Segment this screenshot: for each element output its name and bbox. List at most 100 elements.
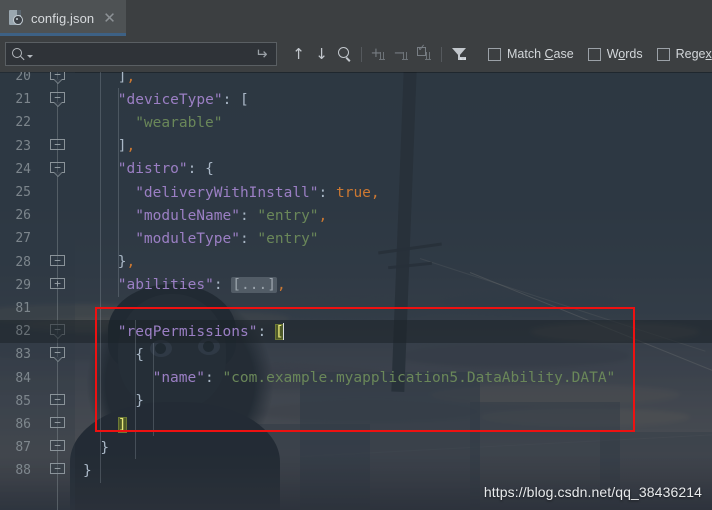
code-token: "deliveryWithInstall" (135, 184, 319, 201)
fold-symbol: − (54, 253, 61, 267)
line-number: 84 (15, 370, 31, 386)
search-icon (12, 47, 25, 61)
line-number: 83 (15, 347, 31, 363)
code-line-84[interactable]: "name": "com.example.myapplication5.Data… (153, 367, 616, 390)
code-token: : (204, 370, 223, 387)
code-token: , (126, 72, 136, 85)
return-arrow-icon[interactable]: ↵ (255, 45, 268, 63)
fold-collapse-icon[interactable]: − (50, 463, 65, 478)
code-line-29[interactable]: "abilities": [...], (118, 274, 286, 297)
editor-tab-bar: config.json ✕ (0, 0, 712, 36)
line-number: 20 (15, 72, 31, 85)
editor-gutter[interactable]: 202122232425262728298182838485868788 −−−… (0, 72, 75, 510)
find-toolbar: ↵ ↑ ↓ + − ✓ Match Case Words Regex (0, 36, 712, 72)
checkbox-occurrence-icon (416, 44, 433, 62)
filter-icon (451, 47, 466, 61)
code-line-88[interactable]: } (83, 459, 92, 482)
code-editor[interactable]: 202122232425262728298182838485868788 −−−… (0, 72, 712, 510)
code-token: : (257, 323, 275, 340)
code-line-27[interactable]: "moduleType": "entry" (135, 227, 318, 250)
code-line-21[interactable]: "deviceType": [ (118, 88, 249, 111)
code-line-86[interactable]: ] (117, 413, 127, 436)
checkbox-box[interactable] (488, 47, 501, 61)
code-token: , (276, 277, 286, 294)
code-line-82[interactable]: "reqPermissions": [ (117, 320, 285, 343)
code-token: , (126, 138, 136, 155)
search-field-wrapper[interactable]: ↵ (5, 42, 277, 66)
code-token: : (239, 230, 258, 247)
words-checkbox[interactable]: Words (587, 47, 643, 61)
code-token: "reqPermissions" (117, 323, 258, 340)
line-number: 29 (15, 277, 31, 293)
add-occurrence-button[interactable]: + (367, 42, 390, 66)
fold-symbol: − (54, 91, 61, 105)
fold-symbol: − (54, 72, 61, 81)
code-token: { (205, 161, 214, 178)
code-token: } (100, 439, 110, 456)
code-token: "name" (152, 370, 205, 387)
line-number: 87 (15, 440, 31, 456)
fold-symbol: − (54, 462, 61, 476)
code-token: [...] (231, 277, 277, 294)
fold-expand-icon[interactable]: + (50, 277, 65, 293)
select-all-occurrences-button[interactable] (333, 42, 356, 66)
code-line-28[interactable]: }, (118, 251, 135, 274)
fold-symbol: − (54, 392, 61, 406)
code-token: "entry" (257, 230, 319, 247)
select-occurrences-button[interactable] (413, 42, 436, 66)
fold-symbol: − (54, 416, 61, 429)
code-line-24[interactable]: "distro": { (118, 158, 214, 181)
text-caret (282, 323, 285, 341)
filter-button[interactable] (447, 42, 470, 66)
gutter-line-22[interactable]: 22 (0, 111, 75, 134)
gutter-line-81[interactable]: 81 (0, 297, 75, 320)
line-number: 81 (15, 301, 31, 317)
code-line-87[interactable]: } (100, 436, 109, 459)
fold-collapse-icon[interactable]: − (50, 347, 65, 363)
tab-config-json[interactable]: config.json ✕ (0, 0, 126, 36)
gutter-line-26[interactable]: 26 (0, 204, 75, 227)
code-line-22[interactable]: "wearable" (135, 111, 222, 134)
fold-collapse-icon[interactable]: − (50, 138, 65, 154)
code-token: "moduleType" (135, 230, 240, 247)
checkbox-box[interactable] (656, 47, 670, 61)
code-content[interactable]: ], "deviceType": ["wearable"], "distro": {… (0, 72, 712, 510)
code-token: , (126, 254, 136, 271)
fold-collapse-icon[interactable]: − (50, 417, 65, 432)
fold-collapse-icon[interactable]: − (50, 72, 65, 84)
gutter-line-25[interactable]: 25 (0, 181, 75, 204)
gutter-line-84[interactable]: 84 (0, 367, 75, 390)
code-line-83[interactable]: { (135, 343, 144, 366)
line-number: 86 (15, 417, 31, 433)
find-previous-button[interactable]: ↑ (287, 42, 310, 66)
fold-collapse-icon[interactable]: − (50, 253, 65, 270)
code-token: true (335, 184, 371, 201)
line-number: 24 (15, 161, 31, 177)
remove-occurrence-button[interactable]: − (390, 42, 413, 66)
indent-guide (152, 343, 154, 437)
code-line-23[interactable]: ], (118, 135, 135, 158)
fold-collapse-icon[interactable]: − (50, 91, 65, 108)
checkbox-box[interactable] (587, 47, 601, 61)
indent-guide (117, 88, 119, 297)
fold-collapse-icon[interactable]: − (50, 440, 65, 455)
code-token: "wearable" (135, 114, 223, 131)
regex-checkbox[interactable]: Regex (656, 47, 712, 61)
fold-collapse-icon[interactable]: − (50, 161, 65, 177)
code-token: { (135, 346, 144, 363)
match-case-checkbox[interactable]: Match Case (488, 47, 574, 61)
search-input[interactable] (33, 47, 256, 61)
line-number: 21 (15, 92, 31, 108)
words-label: Words (606, 47, 643, 61)
code-token: } (135, 393, 144, 410)
code-line-85[interactable]: } (135, 390, 144, 413)
close-icon[interactable]: ✕ (103, 10, 116, 26)
code-line-26[interactable]: "moduleName": "entry", (135, 204, 327, 227)
gutter-line-27[interactable]: 27 (0, 227, 75, 250)
line-number: 23 (15, 138, 31, 154)
code-line-20[interactable]: ], (118, 72, 135, 88)
find-next-button[interactable]: ↓ (310, 42, 333, 66)
code-token: } (117, 254, 127, 271)
code-line-25[interactable]: "deliveryWithInstall": true, (135, 181, 379, 204)
fold-collapse-icon[interactable]: − (50, 392, 65, 409)
